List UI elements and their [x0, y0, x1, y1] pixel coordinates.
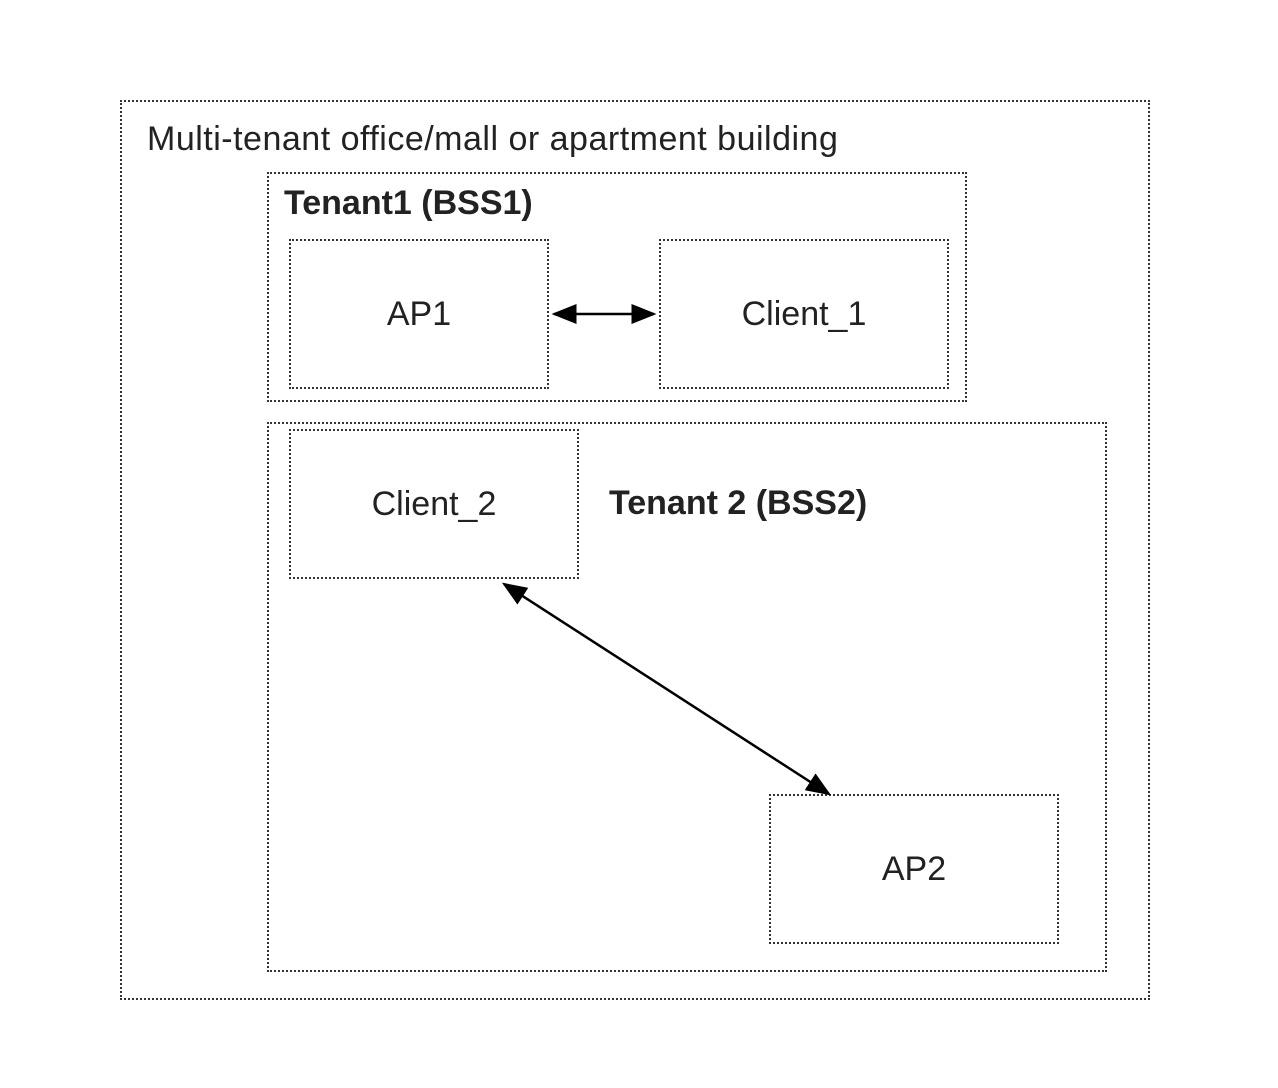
tenant2-title: Tenant 2 (BSS2): [609, 484, 867, 523]
ap1-box: AP1: [289, 239, 549, 389]
client1-label: Client_1: [742, 295, 867, 334]
ap1-label: AP1: [387, 295, 451, 334]
tenant2-box: Tenant 2 (BSS2) Client_2 AP2: [267, 422, 1107, 972]
tenant1-title: Tenant1 (BSS1): [284, 184, 533, 223]
tenant1-box: Tenant1 (BSS1) AP1 Client_1: [267, 172, 967, 402]
client1-box: Client_1: [659, 239, 949, 389]
ap2-box: AP2: [769, 794, 1059, 944]
client2-label: Client_2: [372, 485, 497, 524]
building-title: Multi-tenant office/mall or apartment bu…: [147, 120, 838, 159]
client2-box: Client_2: [289, 429, 579, 579]
building-frame: Multi-tenant office/mall or apartment bu…: [120, 100, 1150, 1000]
ap2-label: AP2: [882, 850, 946, 889]
